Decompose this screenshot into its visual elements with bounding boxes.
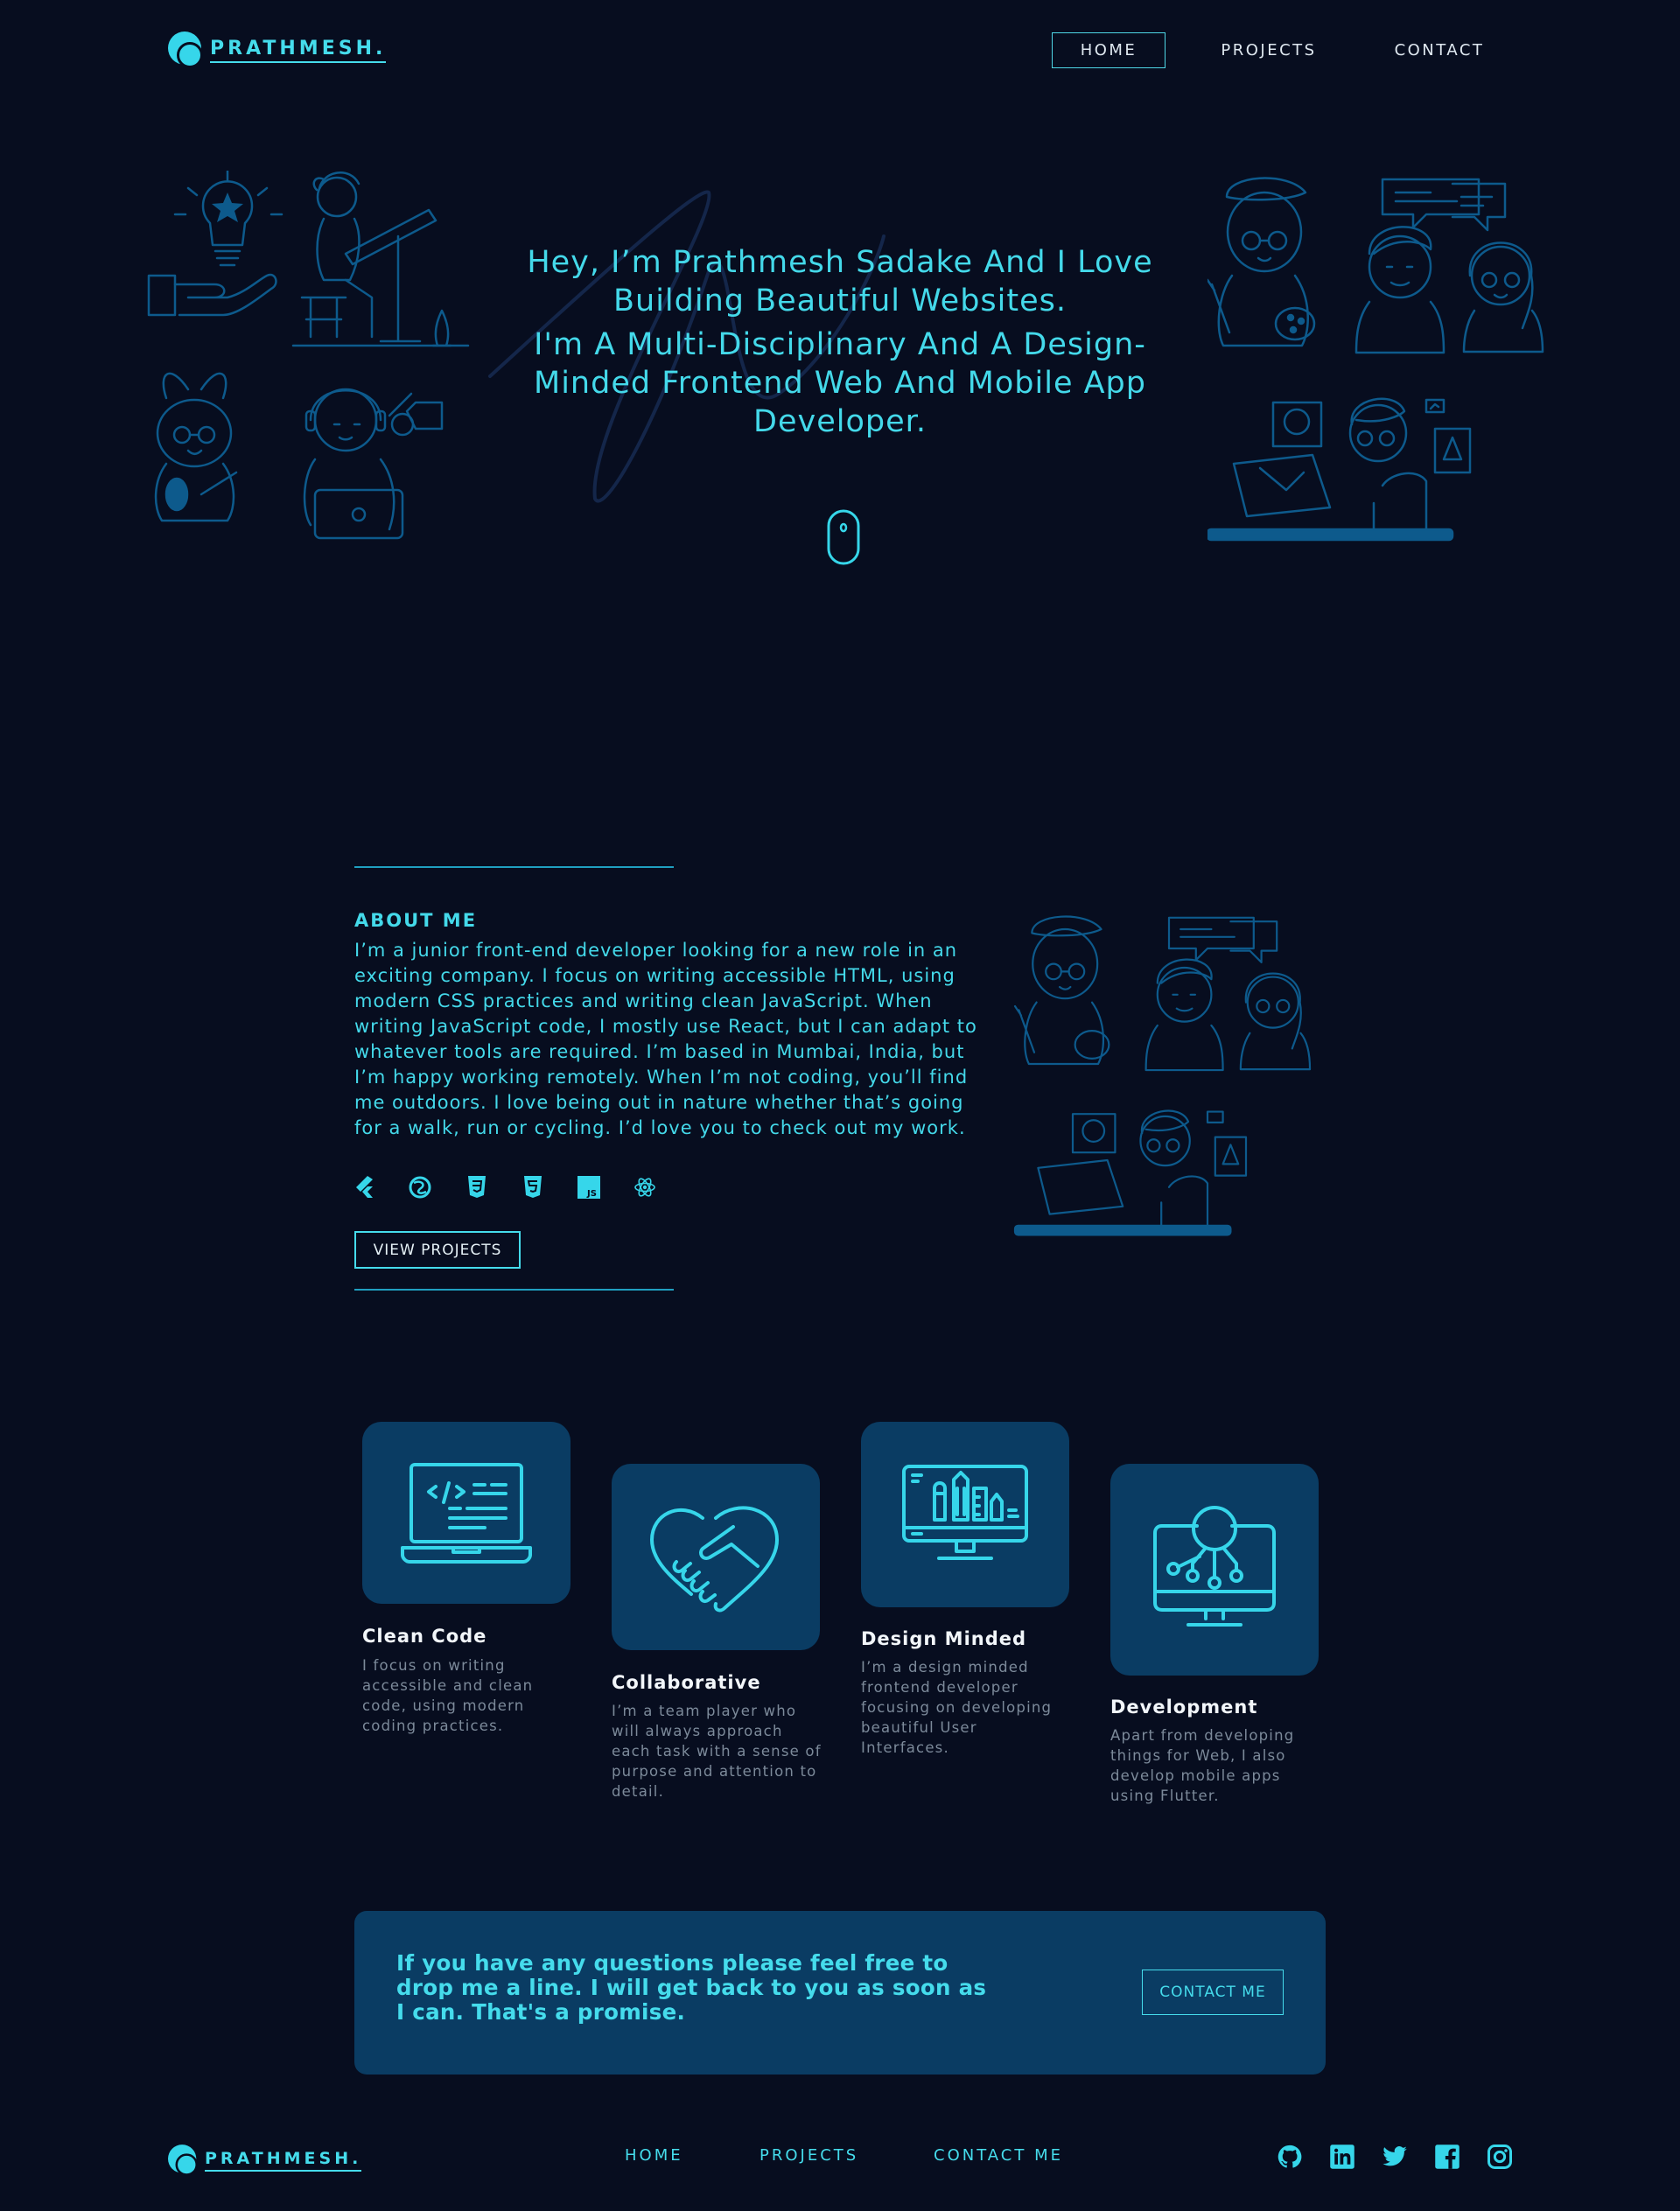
- scroll-mouse-icon[interactable]: [826, 508, 864, 566]
- card-clean-code-box: [362, 1422, 570, 1604]
- nav-home[interactable]: HOME: [1052, 32, 1166, 68]
- logo-mark-icon: [168, 31, 205, 68]
- about-body: I’m a junior front-end developer looking…: [354, 940, 977, 1138]
- card-collaborative-desc: I’m a team player who will always approa…: [612, 1703, 822, 1800]
- github-icon[interactable]: [1277, 2144, 1303, 2170]
- svg-text:JS: JS: [586, 1189, 597, 1199]
- css3-icon: [466, 1176, 488, 1199]
- about-rule-top: [354, 866, 674, 868]
- card-design-minded-title: Design Minded: [861, 1628, 1027, 1649]
- card-development-title: Development: [1110, 1697, 1258, 1718]
- linkedin-icon[interactable]: [1329, 2144, 1355, 2170]
- hero-tagline: I'm A Multi-Disciplinary And A Design-Mi…: [534, 327, 1146, 439]
- about-illustration: [1013, 915, 1312, 1236]
- contact-me-button[interactable]: CONTACT ME: [1142, 1970, 1284, 2015]
- hero-greeting: Hey, I’m Prathmesh Sadake And I Love Bui…: [527, 245, 1153, 318]
- instagram-icon[interactable]: [1487, 2144, 1513, 2170]
- twitter-icon[interactable]: [1382, 2144, 1408, 2170]
- nav-projects[interactable]: PROJECTS: [1208, 32, 1330, 68]
- card-collaborative-box: [612, 1464, 820, 1650]
- card-clean-code-desc: I focus on writing accessible and clean …: [362, 1657, 534, 1734]
- react-icon: [634, 1176, 656, 1199]
- nav-contact[interactable]: CONTACT: [1382, 32, 1496, 68]
- footer-logo[interactable]: PRATHMESH.: [168, 2142, 362, 2179]
- flutter-icon: [354, 1176, 377, 1199]
- view-projects-button[interactable]: VIEW PROJECTS: [354, 1231, 521, 1269]
- design-monitor-icon: [902, 1465, 1028, 1560]
- contact-cta-panel: If you have any questions please feel fr…: [354, 1911, 1326, 2075]
- card-design-minded-desc: I’m a design minded frontend developer f…: [861, 1659, 1053, 1756]
- javascript-icon: JS: [578, 1176, 600, 1199]
- card-clean-code-title: Clean Code: [362, 1626, 487, 1647]
- card-design-minded-box: [861, 1422, 1069, 1607]
- footer-link-projects[interactable]: PROJECTS: [760, 2146, 858, 2165]
- sass-icon: [409, 1176, 431, 1199]
- header-logo[interactable]: PRATHMESH.: [168, 31, 387, 68]
- development-monitor-icon: [1153, 1506, 1276, 1627]
- facebook-icon[interactable]: [1434, 2144, 1460, 2170]
- footer-logo-mark-icon: [168, 2145, 200, 2176]
- about-title: ABOUT ME: [354, 910, 478, 931]
- footer-logo-text: PRATHMESH.: [205, 2149, 362, 2172]
- card-development-box: [1110, 1464, 1319, 1676]
- html5-icon: [522, 1176, 544, 1199]
- about-rule-bottom: [354, 1289, 674, 1291]
- card-development-desc: Apart from developing things for Web, I …: [1110, 1727, 1295, 1804]
- card-collaborative-title: Collaborative: [612, 1672, 761, 1693]
- hero-illustration-left: [147, 171, 470, 540]
- footer-link-contact[interactable]: CONTACT ME: [934, 2146, 1063, 2165]
- footer-link-home[interactable]: HOME: [625, 2146, 683, 2165]
- laptop-code-icon: [401, 1463, 532, 1564]
- cta-text: If you have any questions please feel fr…: [396, 1950, 987, 2025]
- hero-illustration-right: [1208, 177, 1544, 542]
- logo-text: PRATHMESH.: [210, 38, 387, 63]
- handshake-heart-icon: [650, 1505, 779, 1612]
